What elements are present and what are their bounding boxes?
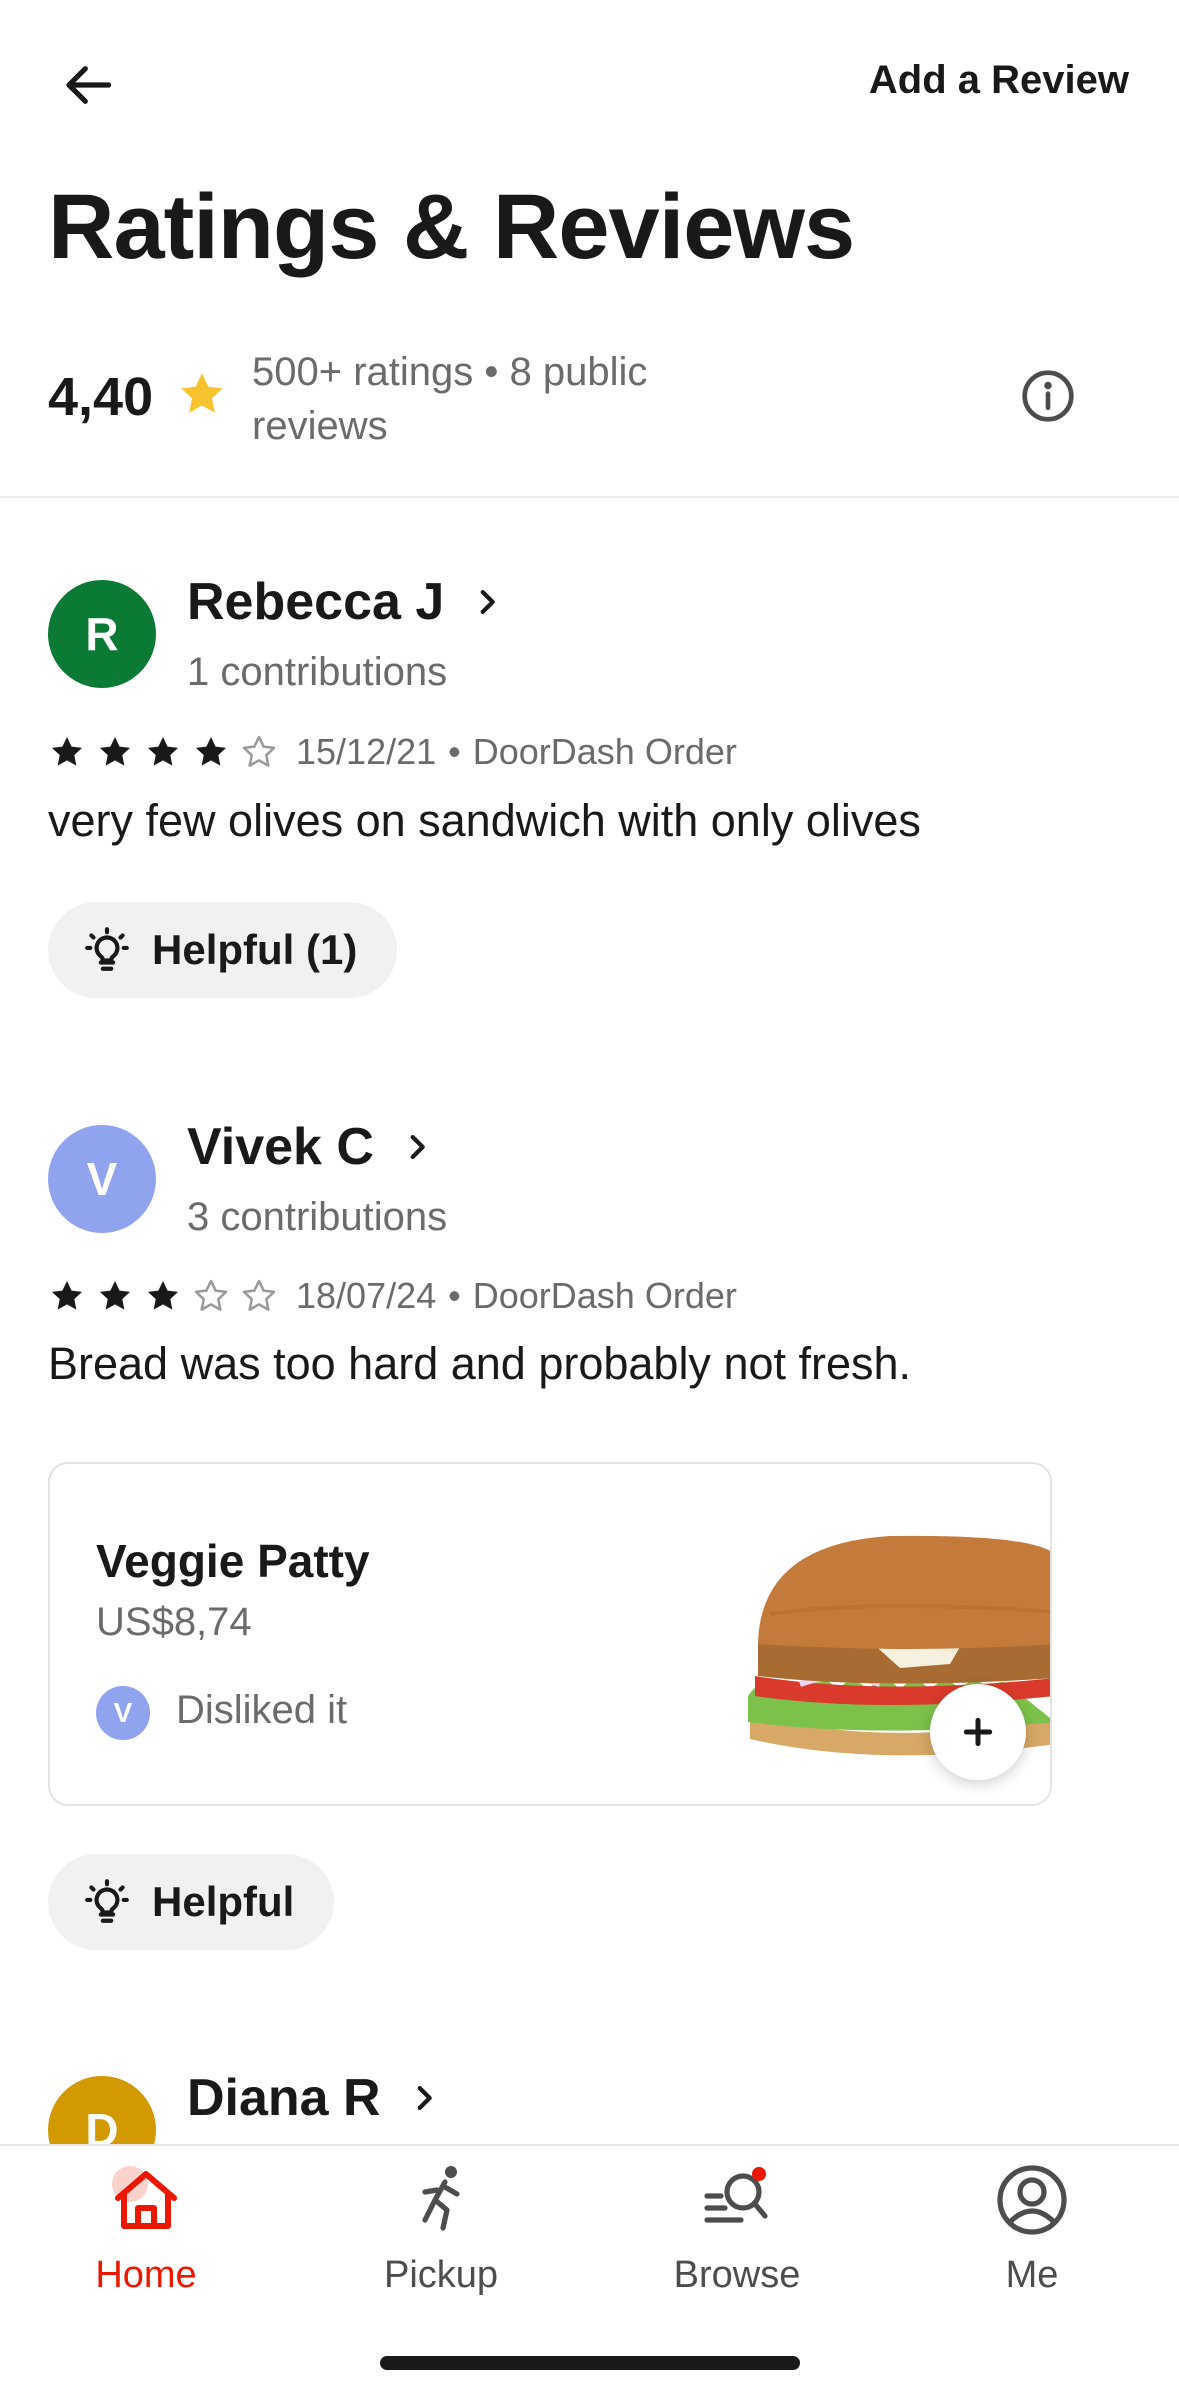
star-rating bbox=[48, 733, 278, 771]
add-review-link[interactable]: Add a Review bbox=[869, 58, 1129, 103]
star-empty-icon bbox=[194, 1279, 228, 1311]
review-text: Bread was too hard and probably not fres… bbox=[48, 1338, 912, 1389]
nav-browse[interactable]: Browse bbox=[617, 2160, 857, 2297]
star-icon bbox=[181, 373, 223, 413]
helpful-button[interactable]: Helpful bbox=[48, 1854, 335, 1950]
lightbulb-icon bbox=[85, 1879, 129, 1923]
avatar-initial: R bbox=[85, 608, 119, 660]
star-filled-icon bbox=[99, 736, 131, 766]
star-filled-icon bbox=[99, 1280, 131, 1310]
nav-home[interactable]: Home bbox=[26, 2160, 266, 2297]
pickup-icon bbox=[422, 2166, 460, 2231]
back-button[interactable] bbox=[55, 50, 125, 120]
arrow-left-icon bbox=[66, 66, 112, 104]
reviewer-name: Rebecca J bbox=[187, 573, 445, 631]
helpful-label: Helpful (1) bbox=[152, 926, 358, 973]
page-title: Ratings & Reviews bbox=[48, 176, 855, 278]
item-name: Veggie Patty bbox=[96, 1535, 370, 1587]
reviewer-name-link[interactable]: Vivek C bbox=[187, 1117, 434, 1177]
reviewer-name-link[interactable]: Rebecca J bbox=[187, 572, 504, 632]
home-indicator bbox=[380, 2356, 800, 2370]
nav-label: Me bbox=[1005, 2254, 1059, 2296]
review-meta: 15/12/21 • DoorDash Order bbox=[48, 731, 737, 773]
review-meta: 18/07/24 • DoorDash Order bbox=[48, 1275, 737, 1317]
nav-label: Browse bbox=[673, 2254, 801, 2296]
avatar-initial: V bbox=[86, 1153, 118, 1205]
avatar-initial: V bbox=[113, 1697, 133, 1728]
browse-icon bbox=[704, 2167, 768, 2223]
reviewer-name-link[interactable]: Diana R bbox=[187, 2068, 441, 2128]
star-rating bbox=[48, 1277, 278, 1315]
chevron-right-icon bbox=[410, 1134, 425, 1160]
account-icon bbox=[997, 2165, 1067, 2235]
review-source: DoorDash Order bbox=[472, 1275, 737, 1316]
helpful-label: Helpful bbox=[152, 1878, 295, 1925]
contributions-count: 1 contributions bbox=[187, 650, 448, 694]
home-icon bbox=[112, 2166, 177, 2229]
add-item-button[interactable] bbox=[930, 1684, 1026, 1780]
star-filled-icon bbox=[147, 1280, 179, 1310]
average-rating: 4,40 bbox=[48, 367, 154, 427]
reviewer-avatar[interactable]: V bbox=[48, 1125, 156, 1233]
review-date: 18/07/24 bbox=[296, 1275, 437, 1316]
star-filled-icon bbox=[195, 736, 227, 766]
star-empty-icon bbox=[242, 735, 276, 767]
contributions-count: 3 contributions bbox=[187, 1195, 448, 1239]
nav-pickup[interactable]: Pickup bbox=[321, 2160, 561, 2297]
divider bbox=[0, 496, 1179, 498]
reviewer-name: Diana R bbox=[187, 2069, 381, 2127]
lightbulb-icon bbox=[85, 927, 129, 971]
plus-icon bbox=[963, 1717, 993, 1747]
nav-label: Home bbox=[95, 2254, 197, 2296]
ratings-summary: 500+ ratings • 8 public reviews bbox=[252, 350, 648, 448]
review-source: DoorDash Order bbox=[472, 731, 737, 772]
review-text: very few olives on sandwich with only ol… bbox=[48, 795, 921, 846]
review-date: 15/12/21 bbox=[296, 731, 437, 772]
item-opinion: Disliked it bbox=[176, 1688, 348, 1732]
meta-separator: • bbox=[448, 731, 461, 772]
item-reviewer-avatar: V bbox=[96, 1686, 150, 1740]
star-filled-icon bbox=[147, 736, 179, 766]
chevron-right-icon bbox=[417, 2085, 432, 2111]
helpful-button[interactable]: Helpful (1) bbox=[48, 902, 398, 998]
reviewer-avatar[interactable]: R bbox=[48, 580, 156, 688]
nav-me[interactable]: Me bbox=[912, 2160, 1152, 2297]
nav-label: Pickup bbox=[383, 2254, 499, 2296]
star-empty-icon bbox=[242, 1279, 276, 1311]
reviewed-item-card[interactable]: Veggie Patty US$8,74 V Disliked it bbox=[48, 1462, 1052, 1806]
star-filled-icon bbox=[51, 736, 83, 766]
meta-separator: • bbox=[448, 1275, 461, 1316]
star-filled-icon bbox=[51, 1280, 83, 1310]
item-price: US$8,74 bbox=[96, 1600, 252, 1644]
info-icon[interactable] bbox=[1020, 368, 1076, 424]
reviewer-name: Vivek C bbox=[187, 1118, 374, 1176]
chevron-right-icon bbox=[480, 589, 496, 615]
